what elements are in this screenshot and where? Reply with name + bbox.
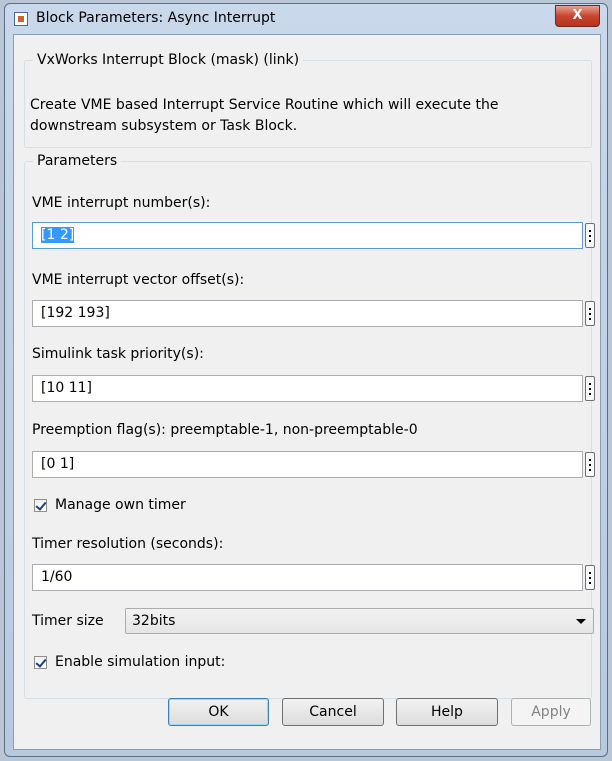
- close-button[interactable]: X: [555, 5, 600, 27]
- timer-resolution-more-button[interactable]: [585, 565, 595, 590]
- timer-size-select[interactable]: 32bits: [125, 608, 594, 634]
- dialog-window: Block Parameters: Async Interrupt X VxWo…: [4, 3, 608, 757]
- app-icon: [14, 12, 28, 26]
- timer-resolution-input[interactable]: 1/60: [32, 564, 583, 591]
- vme-vector-offsets-input[interactable]: [192 193]: [32, 300, 583, 327]
- dialog-body: VxWorks Interrupt Block (mask) (link) Cr…: [13, 34, 601, 750]
- preemption-flags-more-button[interactable]: [585, 452, 595, 477]
- parameters-group-title: Parameters: [37, 153, 118, 169]
- enable-sim-input-label: Enable simulation input:: [55, 654, 226, 670]
- title-bar[interactable]: Block Parameters: Async Interrupt X: [5, 4, 607, 34]
- preemption-flags-input[interactable]: [0 1]: [32, 451, 583, 478]
- vme-vector-offsets-label: VME interrupt vector offset(s):: [32, 272, 245, 288]
- window-title: Block Parameters: Async Interrupt: [36, 10, 276, 26]
- timer-size-label: Timer size: [32, 613, 104, 629]
- vme-vector-offsets-more-button[interactable]: [585, 301, 595, 326]
- description-group-title: VxWorks Interrupt Block (mask) (link): [37, 52, 300, 68]
- vme-interrupt-numbers-label: VME interrupt number(s):: [32, 195, 211, 211]
- vme-interrupt-numbers-input[interactable]: [1 2]: [32, 222, 583, 249]
- task-priorities-more-button[interactable]: [585, 376, 595, 401]
- ok-button[interactable]: OK: [168, 698, 269, 726]
- apply-button[interactable]: Apply: [511, 698, 591, 726]
- close-icon: X: [572, 8, 583, 23]
- enable-sim-input-checkbox[interactable]: [34, 656, 47, 669]
- timer-resolution-label: Timer resolution (seconds):: [32, 536, 224, 552]
- block-description: Create VME based Interrupt Service Routi…: [30, 97, 499, 134]
- manage-own-timer-label: Manage own timer: [55, 497, 186, 513]
- manage-own-timer-checkbox[interactable]: [34, 499, 47, 512]
- vme-interrupt-numbers-value: [1 2]: [41, 227, 75, 243]
- task-priorities-label: Simulink task priority(s):: [32, 346, 204, 362]
- dropdown-arrow-icon: [576, 619, 586, 624]
- timer-size-value: 32bits: [132, 613, 176, 629]
- help-button[interactable]: Help: [396, 698, 498, 726]
- vme-interrupt-numbers-more-button[interactable]: [585, 223, 595, 248]
- cancel-button[interactable]: Cancel: [282, 698, 384, 726]
- preemption-flags-label: Preemption flag(s): preemptable-1, non-p…: [32, 422, 418, 438]
- task-priorities-input[interactable]: [10 11]: [32, 375, 583, 402]
